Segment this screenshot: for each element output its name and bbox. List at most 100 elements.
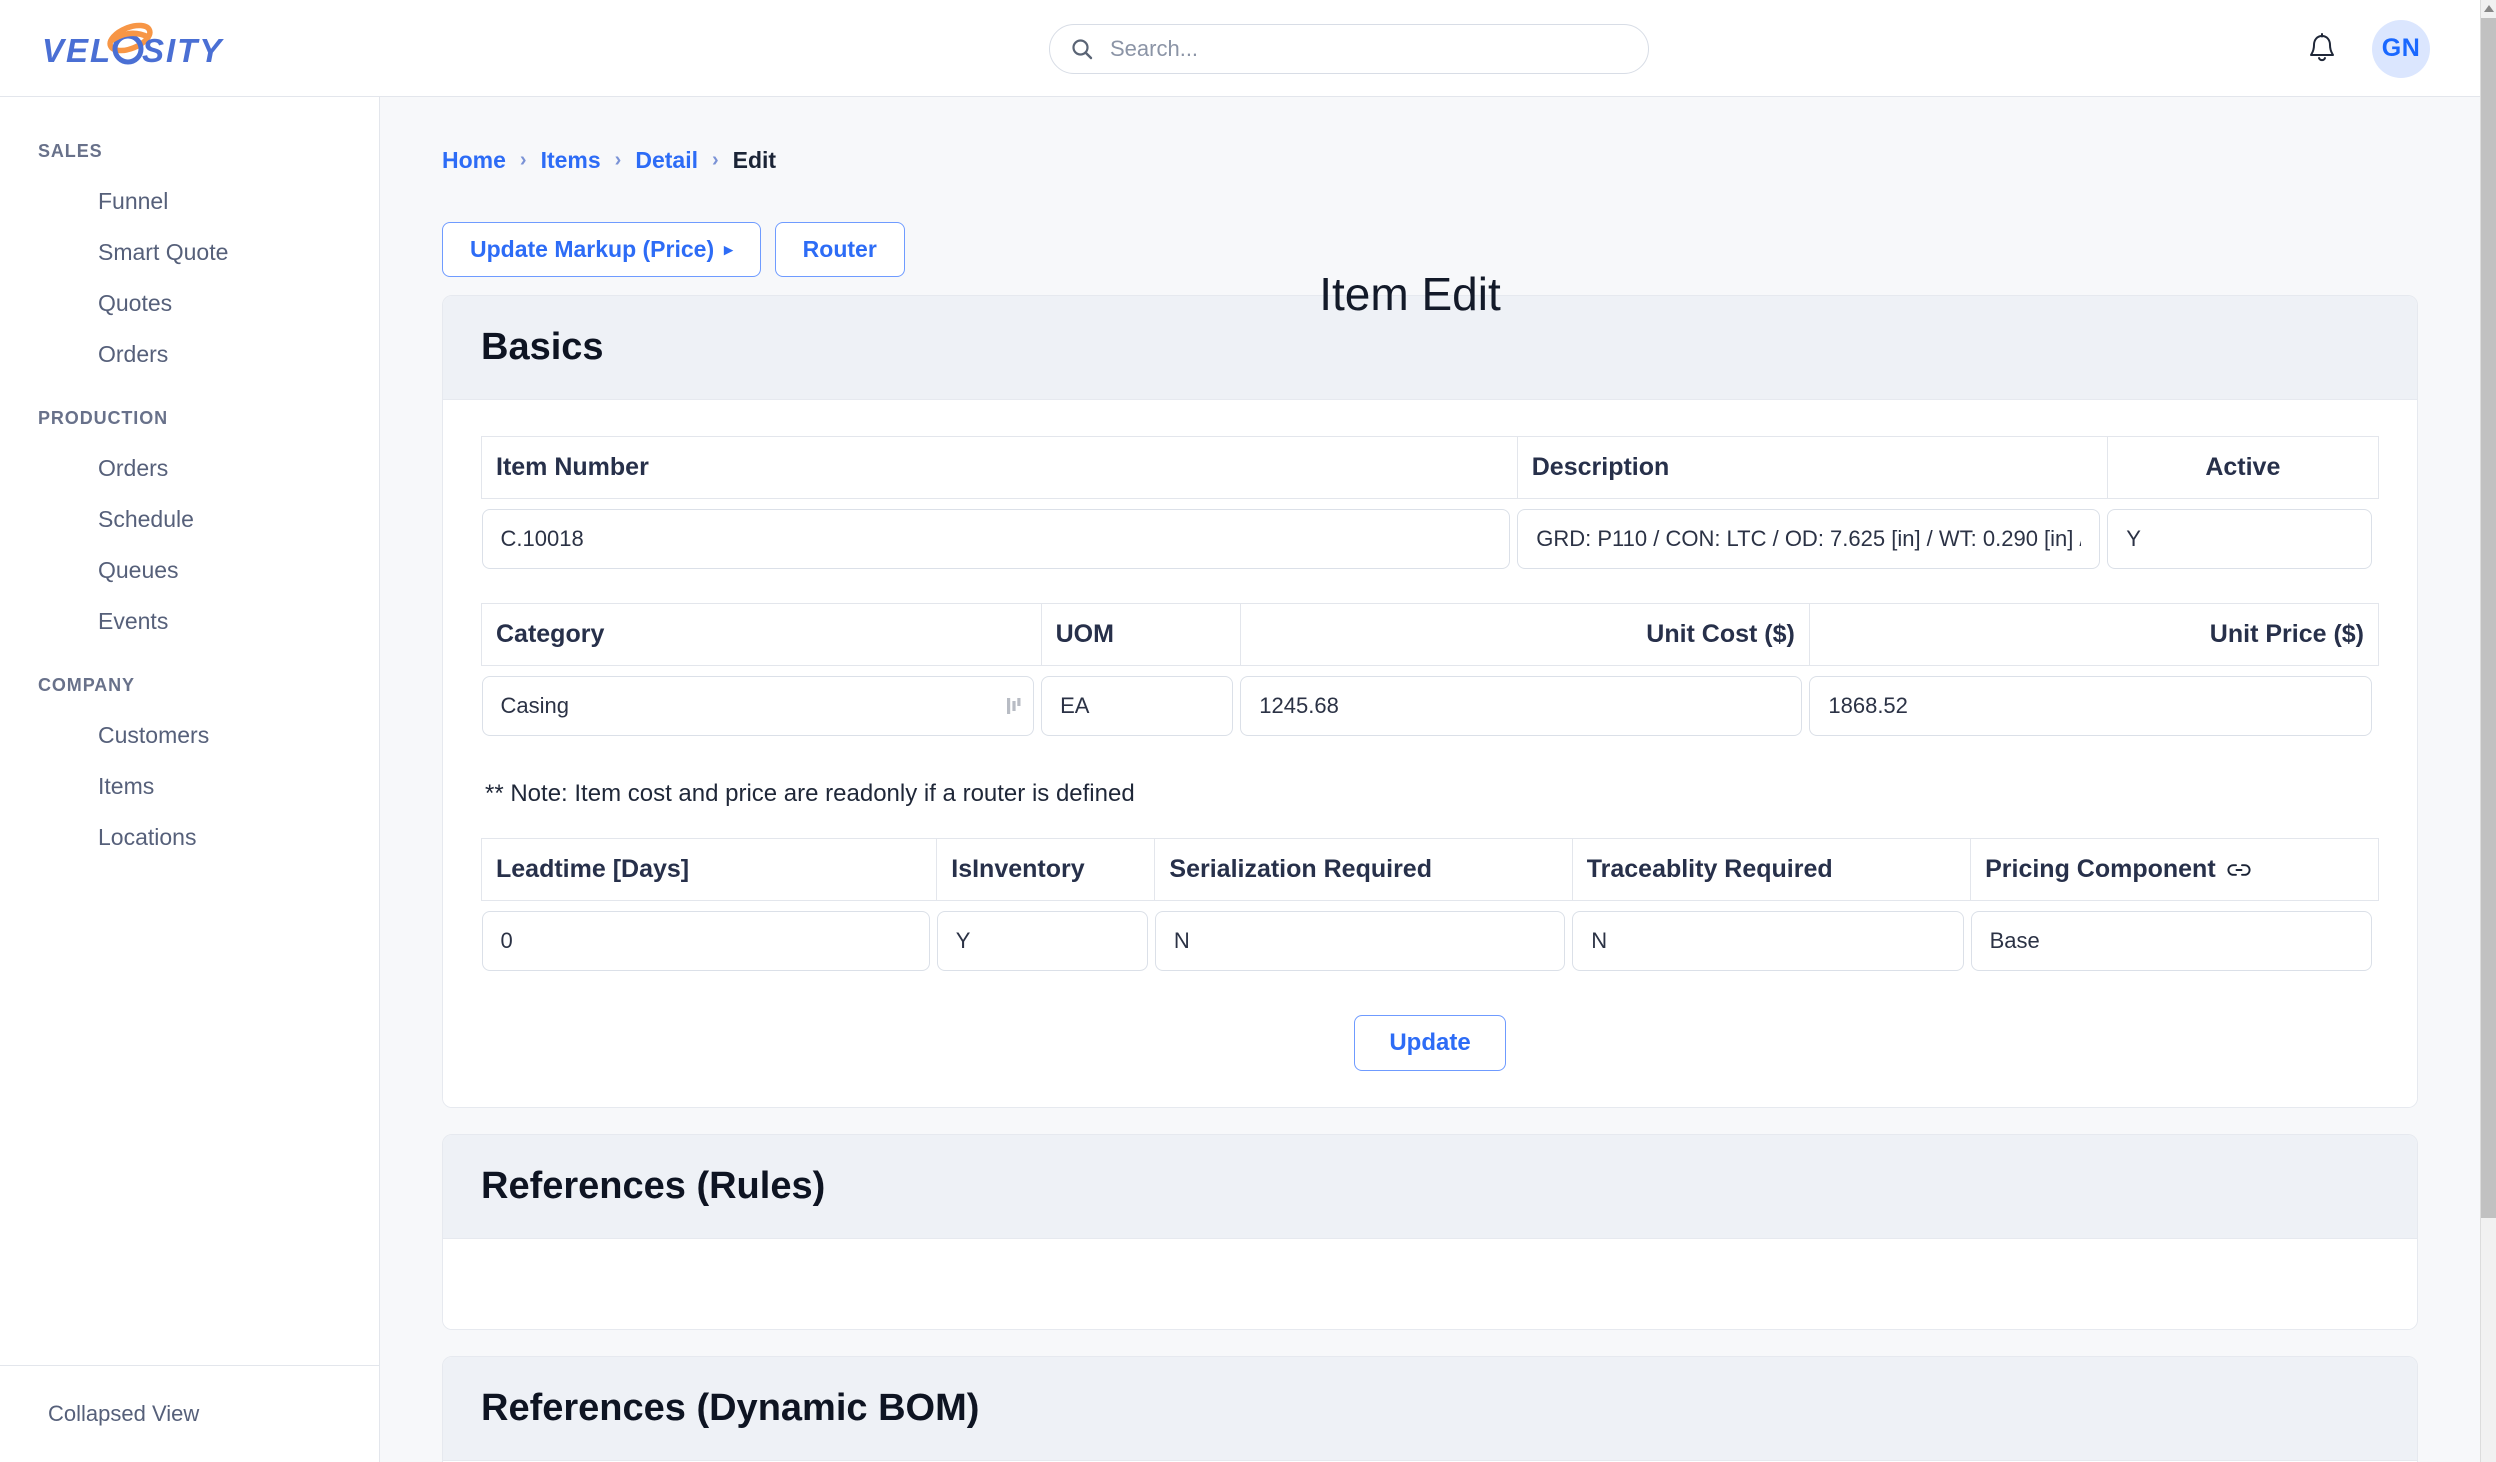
nav-group-company: COMPANY Customers Items Locations bbox=[0, 661, 379, 863]
references-bom-title: References (Dynamic BOM) bbox=[481, 1387, 980, 1429]
page-scrollbar[interactable] bbox=[2480, 0, 2496, 1462]
traceability-required-input[interactable] bbox=[1572, 911, 1964, 971]
main-content: Home › Items › Detail › Edit Item Edit U… bbox=[380, 97, 2480, 1462]
sidebar-item-customers[interactable]: Customers bbox=[0, 710, 379, 761]
serialization-required-input[interactable] bbox=[1154, 911, 1566, 971]
pricing-component-input[interactable] bbox=[1970, 911, 2372, 971]
readonly-note: ** Note: Item cost and price are readonl… bbox=[485, 780, 1135, 807]
basics-card: Basics Item Number Description Active C.… bbox=[442, 295, 2418, 1108]
header-category: Category bbox=[481, 603, 1042, 666]
basics-card-body: Item Number Description Active C.10018 G… bbox=[443, 400, 2417, 1107]
cell-unit-price bbox=[1809, 666, 2378, 747]
header-traceability-required: Traceablity Required bbox=[1571, 838, 1972, 901]
breadcrumb-items[interactable]: Items bbox=[541, 147, 601, 174]
nav-group-production: PRODUCTION Orders Schedule Queues Events bbox=[0, 394, 379, 647]
update-button[interactable]: Update bbox=[1354, 1015, 1506, 1071]
table-value-row bbox=[481, 499, 2379, 580]
sidebar-item-events[interactable]: Events bbox=[0, 596, 379, 647]
sidebar-item-quotes[interactable]: Quotes bbox=[0, 278, 379, 329]
search-box[interactable] bbox=[1049, 24, 1649, 74]
sidebar-footer: Collapsed View bbox=[0, 1365, 380, 1462]
description-input[interactable] bbox=[1517, 509, 2101, 569]
table-header-row: Leadtime [Days] IsInventory Serializatio… bbox=[480, 838, 2379, 901]
velosity-logo-icon: VEL SITY bbox=[42, 22, 222, 69]
cell-leadtime bbox=[481, 901, 937, 982]
breadcrumb-home[interactable]: Home bbox=[442, 147, 506, 174]
header-active: Active bbox=[2106, 436, 2380, 499]
references-rules-card: References (Rules) bbox=[442, 1134, 2418, 1330]
item-number-input[interactable] bbox=[481, 509, 1511, 569]
chevron-up-icon bbox=[2484, 5, 2494, 12]
collapsed-view-toggle[interactable]: Collapsed View bbox=[48, 1401, 199, 1427]
basics-row3-table: Leadtime [Days] IsInventory Serializatio… bbox=[480, 838, 2379, 982]
references-bom-header: References (Dynamic BOM) bbox=[443, 1357, 2417, 1461]
scrollbar-up-arrow[interactable] bbox=[2481, 0, 2496, 17]
active-input[interactable] bbox=[2107, 509, 2372, 569]
header-is-inventory: IsInventory bbox=[936, 838, 1156, 901]
header-leadtime: Leadtime [Days] bbox=[480, 838, 938, 901]
sidebar-item-items[interactable]: Items bbox=[0, 761, 379, 812]
global-search[interactable] bbox=[1049, 24, 1649, 74]
sidebar-item-queues[interactable]: Queues bbox=[0, 545, 379, 596]
uom-input[interactable] bbox=[1041, 676, 1234, 736]
sidebar-item-smart-quote[interactable]: Smart Quote bbox=[0, 227, 379, 278]
category-field-wrap bbox=[481, 676, 1035, 736]
search-icon bbox=[1072, 39, 1093, 60]
nav-group-title-company: COMPANY bbox=[38, 675, 135, 695]
breadcrumb-detail[interactable]: Detail bbox=[635, 147, 698, 174]
user-avatar[interactable]: GN bbox=[2372, 19, 2430, 78]
header-pricing-component: Pricing Component bbox=[1970, 838, 2379, 901]
breadcrumb: Home › Items › Detail › Edit bbox=[380, 97, 2480, 174]
cell-unit-cost bbox=[1240, 666, 1809, 747]
table-value-row bbox=[481, 901, 2379, 982]
leadtime-input[interactable] bbox=[481, 911, 930, 971]
table-header-row: Category UOM Unit Cost ($) Unit Price ($… bbox=[481, 603, 2380, 666]
action-buttons: Update Markup (Price) ▸ Router bbox=[380, 174, 2480, 277]
basics-section-title: Basics bbox=[481, 326, 604, 368]
cell-pricing-component bbox=[1970, 901, 2379, 982]
chevron-right-icon: ▸ bbox=[724, 240, 733, 259]
category-input[interactable] bbox=[481, 676, 1035, 736]
search-input[interactable] bbox=[1108, 35, 1628, 63]
brand-logo[interactable]: VEL SITY bbox=[0, 22, 380, 74]
scrollbar-thumb[interactable] bbox=[2481, 18, 2496, 1218]
header-serialization-required: Serialization Required bbox=[1154, 838, 1573, 901]
references-rules-title: References (Rules) bbox=[481, 1165, 826, 1207]
unit-price-input[interactable] bbox=[1809, 676, 2372, 736]
sidebar-item-schedule[interactable]: Schedule bbox=[0, 494, 379, 545]
sidebar-item-locations[interactable]: Locations bbox=[0, 812, 379, 863]
references-rules-body bbox=[443, 1239, 2417, 1329]
cell-is-inventory bbox=[936, 901, 1155, 982]
breadcrumb-edit: Edit bbox=[732, 147, 777, 173]
cell-traceability-required bbox=[1572, 901, 1970, 982]
breadcrumb-separator: › bbox=[519, 149, 527, 171]
cell-uom bbox=[1041, 666, 1240, 747]
pricing-component-label: Pricing Component bbox=[1985, 855, 2216, 883]
router-label: Router bbox=[802, 236, 877, 262]
unit-cost-input[interactable] bbox=[1240, 676, 1803, 736]
references-rules-header: References (Rules) bbox=[443, 1135, 2417, 1239]
page-title: Item Edit bbox=[1319, 268, 1501, 320]
cell-category bbox=[481, 666, 1042, 747]
cell-serialization-required bbox=[1154, 901, 1572, 982]
link-icon[interactable] bbox=[2226, 862, 2252, 878]
sidebar-item-production-orders[interactable]: Orders bbox=[0, 443, 379, 494]
header-unit-price: Unit Price ($) bbox=[1808, 603, 2380, 666]
table-header-row: Item Number Description Active bbox=[481, 436, 2380, 499]
cell-active bbox=[2107, 499, 2378, 580]
basics-row1-table: Item Number Description Active bbox=[481, 436, 2380, 580]
top-bar: VEL SITY GN bbox=[0, 0, 2480, 97]
sidebar-item-funnel[interactable]: Funnel bbox=[0, 176, 379, 227]
basics-row2-table: Category UOM Unit Cost ($) Unit Price ($… bbox=[481, 603, 2380, 747]
breadcrumb-separator: › bbox=[614, 149, 622, 171]
sidebar-navigation: SALES Funnel Smart Quote Quotes Orders P… bbox=[0, 97, 380, 1365]
header-item-number: Item Number bbox=[481, 436, 1518, 499]
cell-item-number bbox=[481, 499, 1518, 580]
sidebar-item-sales-orders[interactable]: Orders bbox=[0, 329, 379, 380]
table-value-row bbox=[481, 666, 2379, 747]
cell-description bbox=[1517, 499, 2107, 580]
header-uom: UOM bbox=[1040, 603, 1241, 666]
is-inventory-input[interactable] bbox=[936, 911, 1148, 971]
update-markup-label: Update Markup (Price) bbox=[470, 236, 715, 262]
notifications-bell-icon[interactable] bbox=[2306, 32, 2338, 66]
